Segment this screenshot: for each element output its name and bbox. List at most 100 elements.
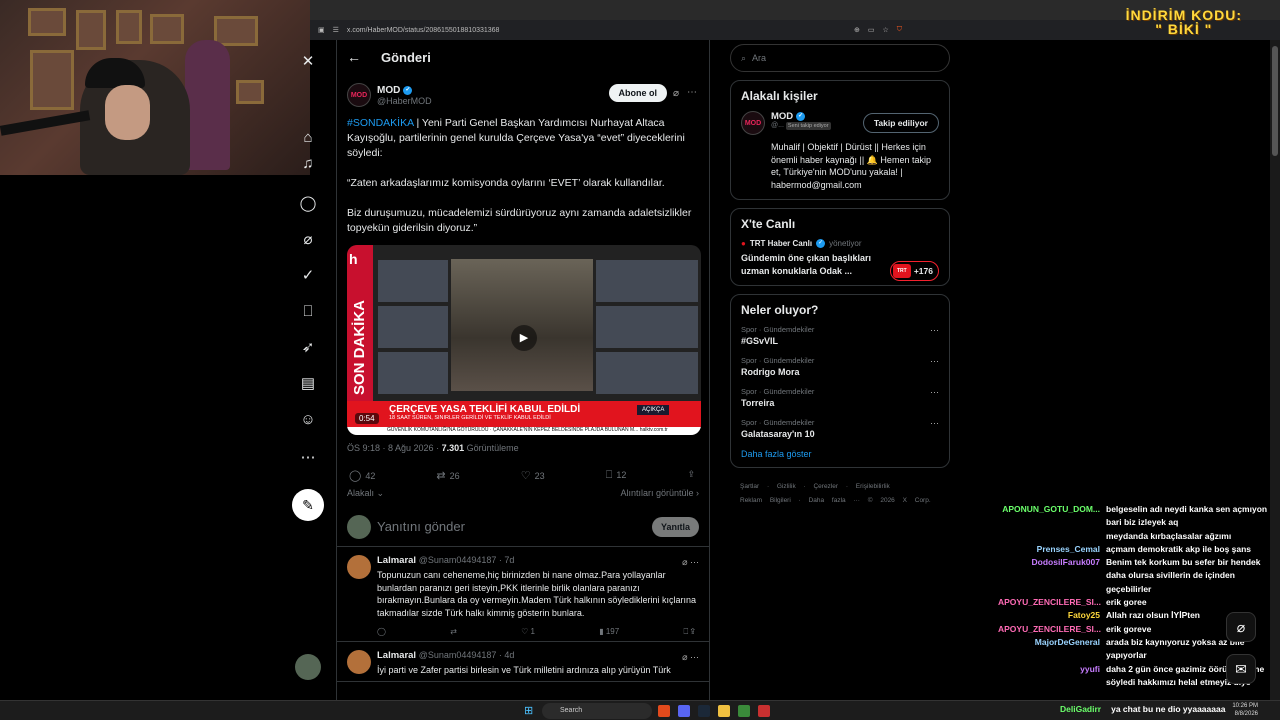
tune-icon[interactable]: ☰ xyxy=(333,26,339,34)
reply-button[interactable]: Yanıtla xyxy=(651,517,699,537)
back-arrow-icon[interactable]: ← xyxy=(347,49,361,65)
steam-taskbar-icon[interactable] xyxy=(698,705,710,717)
zoom-icon[interactable]: ⊕ xyxy=(854,26,860,34)
chat-user: APOYU_ZENCILERE_SI... xyxy=(998,597,1101,608)
person-avatar[interactable]: MOD xyxy=(741,111,765,135)
show-more-link[interactable]: Daha fazla göster xyxy=(741,449,939,459)
chat-text: meydanda kırbaçlasalar ağzımı xyxy=(1106,530,1232,541)
video-duration: 0:54 xyxy=(355,413,379,424)
listener-count: +176 xyxy=(913,266,933,276)
home-icon[interactable]: ⌂ xyxy=(298,128,318,148)
comment-repost-icon[interactable]: ⇄ xyxy=(450,627,457,637)
comment[interactable]: Lalmaral @Sunam04494187 · 4d İyi parti v… xyxy=(337,642,709,682)
author-avatar[interactable]: MOD xyxy=(347,83,371,107)
like-action[interactable]: ♡ 23 xyxy=(521,469,545,482)
taskbar-search[interactable]: Search xyxy=(542,703,652,719)
messages-icon[interactable]: ◯ xyxy=(298,194,318,214)
following-button[interactable]: Takip ediliyor xyxy=(862,113,939,133)
commenter-handle: @Sunam04494187 · 4d xyxy=(418,650,515,660)
trend-item[interactable]: Spor · Gündemdekiler Rodrigo Mora ⋯ xyxy=(741,356,939,377)
commenter-name[interactable]: Lalmaral xyxy=(377,650,416,661)
search-input[interactable]: ⌕ Ara xyxy=(730,44,950,72)
trend-more-icon[interactable]: ⋯ xyxy=(930,356,939,367)
install-icon[interactable]: ▭ xyxy=(868,26,875,34)
like-count: 23 xyxy=(534,471,545,481)
share-icon[interactable]: ⇪ xyxy=(687,469,695,482)
comment-reply-icon[interactable]: ◯ xyxy=(377,627,386,637)
comment-like[interactable]: ♡ 1 xyxy=(521,627,535,637)
live-description[interactable]: Gündemin öne çıkan başlıkları uzman konu… xyxy=(741,252,881,277)
x-logo-icon[interactable]: ✕ xyxy=(298,52,318,72)
url-text[interactable]: x.com/HaberMOD/status/208615501881033136… xyxy=(347,27,846,34)
brave-shield-icon[interactable]: ⛉ xyxy=(897,26,902,34)
post-text-2: “Zaten arkadaşlarımız komisyonda oyların… xyxy=(347,177,665,189)
related-dropdown[interactable]: Alakalı ⌄ xyxy=(347,488,384,499)
related-person[interactable]: MOD MOD ✓ @... Seni takip ediyor Takip ed… xyxy=(741,111,939,135)
live-host[interactable]: ● TRT Haber Canlı ✓ yönetiyor xyxy=(741,239,939,248)
comment[interactable]: Lalmaral @Sunam04494187 · 7d Topunuzun c… xyxy=(337,547,709,642)
bookmark-action[interactable]: ⎕ 12 xyxy=(606,469,627,482)
discord-taskbar-icon[interactable] xyxy=(678,705,690,717)
reply-action[interactable]: ◯ 42 xyxy=(349,469,375,482)
trend-item[interactable]: Spor · Gündemdekiler Galatasaray'ın 10 ⋯ xyxy=(741,418,939,439)
footer-line-2[interactable]: Reklam Bilgileri · Daha fazla ··· © 2026… xyxy=(740,494,940,508)
author-name[interactable]: MOD xyxy=(377,85,400,96)
taskbar-clock[interactable]: 10:26 PM 8/8/2026 xyxy=(1232,702,1258,718)
subscribe-button[interactable]: Abone ol xyxy=(608,84,667,102)
play-icon[interactable]: ▶ xyxy=(511,325,537,351)
hashtag-link[interactable]: #SONDAKİKA xyxy=(347,117,414,129)
view-quotes-link[interactable]: Alıntıları görüntüle › xyxy=(620,488,699,499)
commenter-name[interactable]: Lalmaral xyxy=(377,555,416,566)
commenter-avatar[interactable] xyxy=(347,555,371,579)
live-listeners-badge[interactable]: TRT +176 xyxy=(889,261,939,281)
notifications-icon[interactable]: ♫ xyxy=(298,154,318,174)
bookmarks-icon[interactable]: ⎕ xyxy=(298,302,318,322)
business-icon[interactable]: ➶ xyxy=(298,338,318,358)
view-count: 7.301 xyxy=(441,443,465,453)
compose-button[interactable]: ✎ xyxy=(292,489,324,521)
comment-more-icon[interactable]: ⌀ ⋯ xyxy=(682,557,699,568)
browser-address-bar[interactable]: ▣ ☰ x.com/HaberMOD/status/20861550188103… xyxy=(310,20,910,40)
reply-composer[interactable]: Yanıtını gönder Yanıtla xyxy=(337,507,709,547)
scrollbar-thumb[interactable] xyxy=(1272,46,1278,156)
reply-input[interactable]: Yanıtını gönder xyxy=(377,519,465,534)
footer-line-1[interactable]: Şartlar · Gizlilik · Çerezler · Erişileb… xyxy=(740,480,940,494)
windows-start-icon[interactable]: ⊞ xyxy=(524,705,536,717)
brave-taskbar-icon[interactable] xyxy=(658,705,670,717)
bookmark-star-icon[interactable]: ☆ xyxy=(882,26,888,34)
app-taskbar-icon[interactable] xyxy=(738,705,750,717)
grok-explain-icon[interactable]: ⌀ xyxy=(673,88,679,99)
comment-bookmark-icon[interactable]: ⎕ ⇪ xyxy=(683,627,695,637)
explorer-taskbar-icon[interactable] xyxy=(718,705,730,717)
messages-float-icon[interactable]: ✉ xyxy=(1226,654,1256,684)
chat-user: MajorDeGeneral xyxy=(1034,636,1100,647)
trend-category: Spor · Gündemdekiler xyxy=(741,418,815,427)
grok-float-icon[interactable]: ⌀ xyxy=(1226,612,1256,642)
news-ticker: GÜVENLİK KOMUTANLIĞI'NA GÖTÜRÜLDÜ · ÇANA… xyxy=(347,427,701,435)
post-more-icon[interactable]: ⋯ xyxy=(687,87,697,98)
chat-message: DodosilFaruk007 Benim tek korkum bu sefer… xyxy=(998,556,1272,596)
premium-icon[interactable]: ✓ xyxy=(298,266,318,286)
trend-more-icon[interactable]: ⋯ xyxy=(930,418,939,429)
account-avatar[interactable] xyxy=(295,654,321,680)
trend-name: Rodrigo Mora xyxy=(741,367,800,377)
repost-action[interactable]: ⇄ 26 xyxy=(436,469,459,482)
trend-more-icon[interactable]: ⋯ xyxy=(930,387,939,398)
video-player[interactable]: SON DAKİKA h ▶ ÇERÇEVE YASA TEKLİFİ KABU… xyxy=(347,245,701,435)
grok-icon[interactable]: ⌀ xyxy=(298,230,318,250)
comment-views[interactable]: ▮ 197 xyxy=(599,627,619,637)
person-name[interactable]: MOD xyxy=(771,111,793,122)
articles-icon[interactable]: ▤ xyxy=(298,374,318,394)
author-handle[interactable]: @HaberMOD xyxy=(377,96,432,106)
trend-item[interactable]: Spor · Gündemdekiler Torreira ⋯ xyxy=(741,387,939,408)
commenter-avatar[interactable] xyxy=(347,650,371,674)
chat-bottom-user: DeliGadirr xyxy=(1060,704,1102,714)
profile-icon[interactable]: ☺ xyxy=(298,410,318,430)
trend-more-icon[interactable]: ⋯ xyxy=(930,325,939,336)
trend-category: Spor · Gündemdekiler xyxy=(741,325,815,334)
trend-item[interactable]: Spor · Gündemdekiler #GSvVIL ⋯ xyxy=(741,325,939,346)
post-time[interactable]: ÖS 9:18 · 8 Ağu 2026 · xyxy=(347,443,442,453)
more-icon[interactable]: ⋯ xyxy=(298,448,318,468)
comment-more-icon[interactable]: ⌀ ⋯ xyxy=(682,652,699,663)
obs-taskbar-icon[interactable] xyxy=(758,705,770,717)
